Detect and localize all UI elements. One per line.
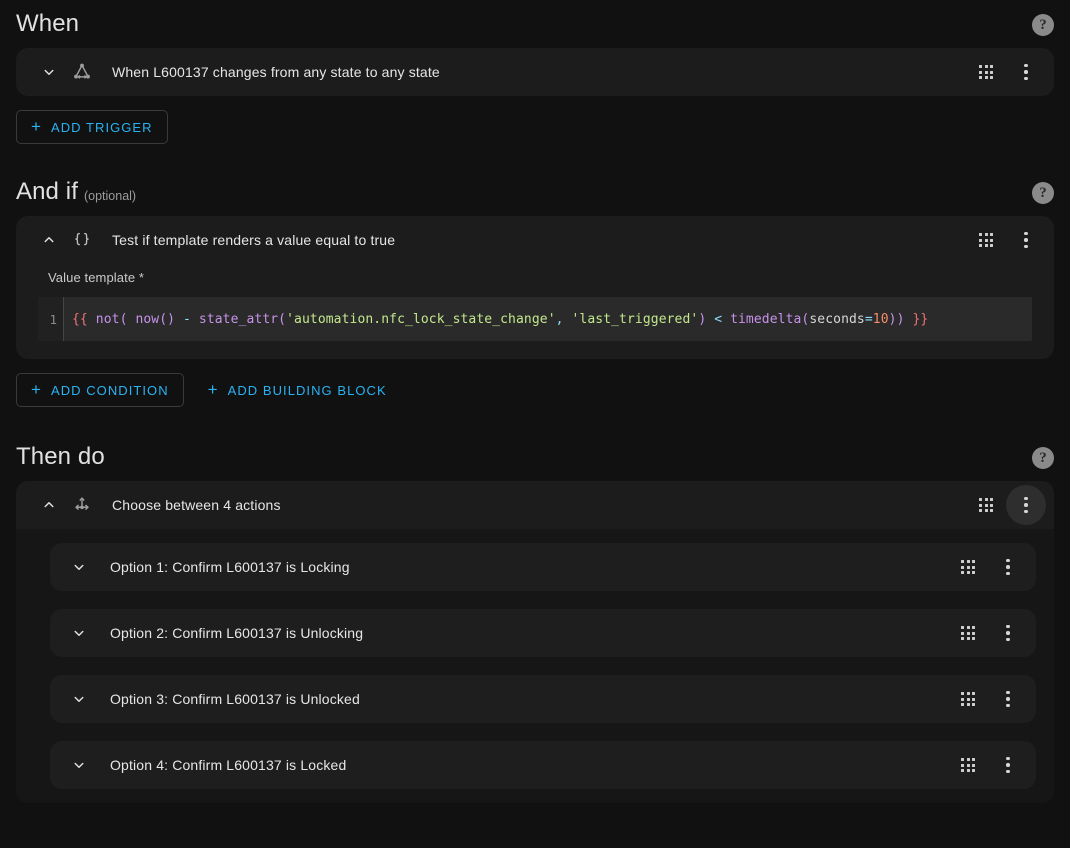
overflow-menu-icon[interactable] [988, 745, 1028, 785]
page-title-and-if: And if [16, 178, 78, 205]
value-template-body: Value template * 1 {{ not( now() - state… [16, 264, 1054, 359]
chevron-down-icon[interactable] [68, 688, 90, 710]
choose-option-actions [948, 745, 1028, 785]
overflow-menu-icon[interactable] [1006, 52, 1046, 92]
trigger-card: When L600137 changes from any state to a… [16, 48, 1054, 96]
drag-handle-icon[interactable] [948, 613, 988, 653]
and-if-buttons: + ADD CONDITION + ADD BUILDING BLOCK [16, 373, 1054, 407]
choose-option-title: Option 2: Confirm L600137 is Unlocking [110, 625, 364, 641]
trigger-title: When L600137 changes from any state to a… [112, 64, 440, 80]
choose-action-card: Choose between 4 actions Option 1: Confi… [16, 481, 1054, 803]
page-title-when: When [16, 10, 80, 37]
page-title-then-do: Then do [16, 443, 105, 470]
add-trigger-button[interactable]: + ADD TRIGGER [16, 110, 168, 144]
choose-option-card[interactable]: Option 4: Confirm L600137 is Locked [50, 741, 1036, 789]
drag-handle-icon[interactable] [966, 52, 1006, 92]
add-building-block-label: ADD BUILDING BLOCK [227, 382, 387, 398]
code-braces-icon [70, 228, 94, 252]
and-if-optional-label: (optional) [83, 189, 137, 203]
add-trigger-label: ADD TRIGGER [50, 119, 153, 135]
overflow-menu-icon[interactable] [1006, 485, 1046, 525]
help-icon-when-label: ? [1039, 16, 1047, 33]
help-icon-and-if-label: ? [1039, 184, 1047, 201]
choose-option-title: Option 4: Confirm L600137 is Locked [110, 757, 347, 773]
add-building-block-button[interactable]: + ADD BUILDING BLOCK [194, 373, 401, 407]
help-icon-and-if[interactable]: ? [1032, 182, 1054, 204]
state-trigger-icon [70, 60, 94, 84]
help-icon-then-do-label: ? [1039, 449, 1047, 466]
condition-row-actions [966, 220, 1046, 260]
choose-option-card[interactable]: Option 2: Confirm L600137 is Unlocking [50, 609, 1036, 657]
then-do-section-header: Then do ? [16, 433, 1054, 471]
choose-options-list: Option 1: Confirm L600137 is Locking Opt… [16, 543, 1054, 803]
chevron-down-icon[interactable] [68, 622, 90, 644]
choose-option-card[interactable]: Option 3: Confirm L600137 is Unlocked [50, 675, 1036, 723]
overflow-menu-icon[interactable] [1006, 220, 1046, 260]
drag-handle-icon[interactable] [948, 547, 988, 587]
plus-icon: + [31, 380, 42, 399]
choose-option-title: Option 3: Confirm L600137 is Unlocked [110, 691, 360, 707]
plus-icon: + [31, 117, 42, 136]
plus-icon: + [207, 380, 219, 399]
choose-action-row[interactable]: Choose between 4 actions [16, 481, 1054, 529]
drag-handle-icon[interactable] [948, 745, 988, 785]
code-line-content[interactable]: {{ not( now() - state_attr('automation.n… [64, 297, 1032, 341]
overflow-menu-icon[interactable] [988, 547, 1028, 587]
code-line-number: 1 [38, 297, 64, 341]
chevron-down-icon[interactable] [68, 556, 90, 578]
overflow-menu-icon[interactable] [988, 613, 1028, 653]
value-template-label: Value template * [48, 270, 145, 285]
choose-option-actions [948, 547, 1028, 587]
call-split-icon [70, 493, 94, 517]
choose-action-title: Choose between 4 actions [112, 497, 281, 513]
choose-row-actions [966, 485, 1046, 525]
trigger-row[interactable]: When L600137 changes from any state to a… [16, 48, 1054, 96]
add-condition-button[interactable]: + ADD CONDITION [16, 373, 184, 407]
drag-handle-icon[interactable] [948, 679, 988, 719]
trigger-row-actions [966, 52, 1046, 92]
chevron-down-icon[interactable] [38, 61, 60, 83]
help-icon-when[interactable]: ? [1032, 14, 1054, 36]
condition-row[interactable]: Test if template renders a value equal t… [16, 216, 1054, 264]
automation-editor: When ? When L600137 changes from any sta… [0, 0, 1070, 848]
choose-option-title: Option 1: Confirm L600137 is Locking [110, 559, 350, 575]
overflow-menu-icon[interactable] [988, 679, 1028, 719]
drag-handle-icon[interactable] [966, 220, 1006, 260]
drag-handle-icon[interactable] [966, 485, 1006, 525]
condition-title: Test if template renders a value equal t… [112, 232, 396, 248]
template-code-editor[interactable]: 1 {{ not( now() - state_attr('automation… [38, 297, 1032, 341]
choose-option-card[interactable]: Option 1: Confirm L600137 is Locking [50, 543, 1036, 591]
when-buttons: + ADD TRIGGER [16, 110, 1054, 144]
chevron-up-icon[interactable] [38, 229, 60, 251]
when-section-header: When ? [16, 0, 1054, 38]
condition-card: Test if template renders a value equal t… [16, 216, 1054, 359]
help-icon-then-do[interactable]: ? [1032, 447, 1054, 469]
chevron-down-icon[interactable] [68, 754, 90, 776]
chevron-up-icon[interactable] [38, 494, 60, 516]
and-if-section-header: And if (optional) ? [16, 168, 1054, 206]
add-condition-label: ADD CONDITION [50, 382, 169, 398]
choose-option-actions [948, 613, 1028, 653]
choose-option-actions [948, 679, 1028, 719]
